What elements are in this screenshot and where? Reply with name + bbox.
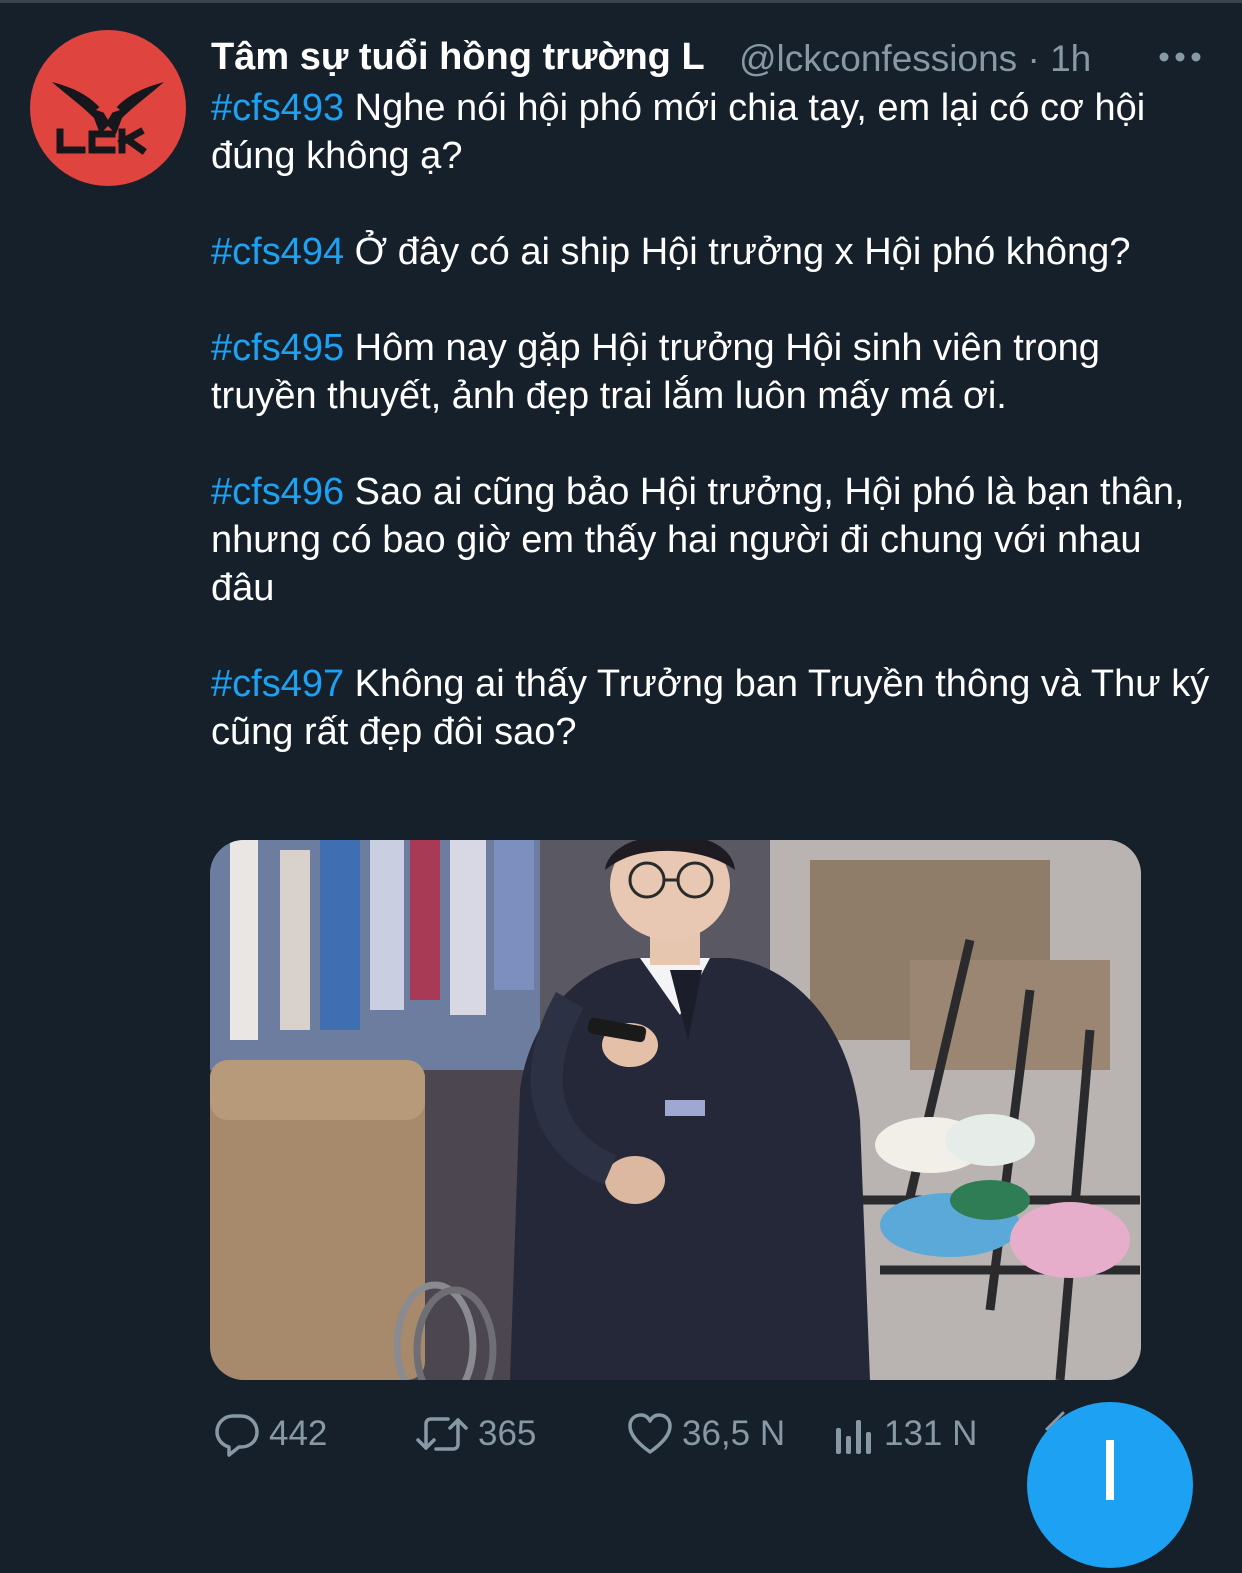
author-display-name[interactable]: Tâm sự tuổi hồng trường L: [211, 36, 705, 79]
hashtag-link[interactable]: #cfs495: [211, 327, 344, 369]
confession-494: #cfs494 Ở đây có ai ship Hội trưởng x Hộ…: [211, 228, 1211, 276]
hashtag-link[interactable]: #cfs493: [211, 87, 344, 129]
more-dots-icon[interactable]: [1158, 46, 1202, 68]
retweet-count: 365: [478, 1414, 537, 1453]
tweet-header: Tâm sự tuổi hồng trường L @lckconfession…: [211, 34, 1211, 86]
author-meta: @lckconfessions · 1h: [739, 38, 1091, 80]
compose-fab[interactable]: [1027, 1402, 1193, 1568]
like-count: 36,5 N: [682, 1414, 786, 1453]
views-count: 131 N: [884, 1414, 978, 1453]
confession-493: #cfs493 Nghe nói hội phó mới chia tay, e…: [211, 84, 1211, 180]
photo-illustration: [210, 840, 1141, 1380]
confession-text: Nghe nói hội phó mới chia tay, em lại có…: [211, 87, 1146, 177]
confession-496: #cfs496 Sao ai cũng bảo Hội trưởng, Hội …: [211, 468, 1211, 612]
confession-495: #cfs495 Hôm nay gặp Hội trưởng Hội sinh …: [211, 324, 1211, 420]
bar-chart-icon: [836, 1420, 871, 1454]
hashtag-link[interactable]: #cfs494: [211, 231, 344, 273]
confession-497: #cfs497 Không ai thấy Trưởng ban Truyền …: [211, 660, 1211, 756]
views-button[interactable]: 131 N: [834, 1408, 977, 1460]
confession-text: Hôm nay gặp Hội trưởng Hội sinh viên tro…: [211, 327, 1100, 417]
tweet-photo[interactable]: [210, 840, 1141, 1380]
reply-bubble-icon: [215, 1414, 259, 1457]
author-handle[interactable]: @lckconfessions: [739, 38, 1017, 79]
tweet-time[interactable]: 1h: [1050, 38, 1091, 79]
lck-logo-icon: [52, 82, 164, 155]
retweet-button[interactable]: 365: [414, 1408, 536, 1460]
like-button[interactable]: 36,5 N: [626, 1408, 785, 1460]
confession-text: Ở đây có ai ship Hội trưởng x Hội phó kh…: [354, 231, 1131, 273]
reply-button[interactable]: 442: [213, 1408, 327, 1460]
compose-plus-icon: [1106, 1440, 1114, 1500]
hashtag-link[interactable]: #cfs496: [211, 471, 344, 513]
meta-separator: ·: [1027, 38, 1040, 79]
confession-text: Không ai thấy Trưởng ban Truyền thông và…: [211, 663, 1210, 753]
reply-count: 442: [269, 1414, 328, 1453]
retweet-arrows-icon: [416, 1417, 468, 1451]
author-avatar[interactable]: [30, 30, 186, 186]
confession-text: Sao ai cũng bảo Hội trưởng, Hội phó là b…: [211, 471, 1185, 609]
tweet-text: #cfs493 Nghe nói hội phó mới chia tay, e…: [211, 84, 1211, 804]
heart-icon: [628, 1413, 672, 1454]
hashtag-link[interactable]: #cfs497: [211, 663, 344, 705]
top-divider: [0, 0, 1242, 3]
